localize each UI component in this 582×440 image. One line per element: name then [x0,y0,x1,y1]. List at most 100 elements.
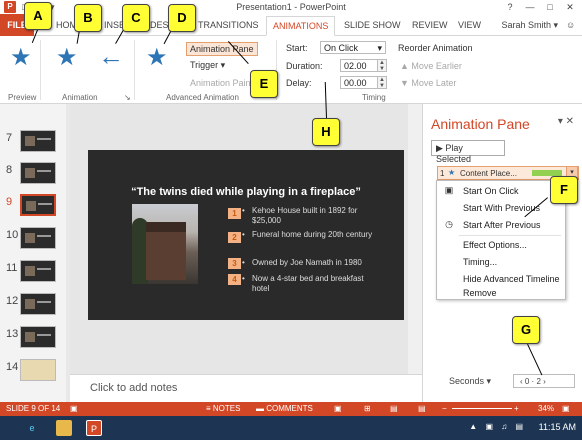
animation-order-badge[interactable]: 1 [228,208,241,219]
thumbnail-number: 12 [6,295,19,307]
reorder-animation-label: Reorder Animation [398,43,473,53]
user-avatar-icon[interactable]: ☺ [566,20,575,30]
slide-counter: SLIDE 9 OF 14 [6,404,61,413]
play-selected-button[interactable]: ▶ Play Selected [431,140,505,164]
slide-thumbnail-10[interactable] [20,227,56,249]
animation-order-badge[interactable]: 4 [228,274,241,285]
tab-review[interactable]: REVIEW [412,20,448,30]
tab-view[interactable]: VIEW [458,20,481,30]
callout-a: A [24,2,52,30]
user-account[interactable]: Sarah Smith ▾ [501,20,558,31]
animation-order-badge[interactable]: 3 [228,258,241,269]
zoom-slider[interactable] [452,408,512,409]
fit-slide-icon[interactable]: ▣ [562,404,570,413]
animation-pane-button[interactable]: Animation Pane [186,42,258,56]
add-animation-star-icon[interactable]: ★ [146,46,168,70]
move-earlier-button[interactable]: ▲ Move Earlier [400,61,462,71]
callout-e: E [250,70,278,98]
slide-thumbnail-8[interactable] [20,162,56,184]
animation-row-number: 1 [440,169,445,178]
normal-view-icon[interactable]: ▣ [334,404,342,413]
group-divider [134,40,135,100]
menu-effect-options[interactable]: Effect Options... [463,240,527,250]
menu-remove[interactable]: Remove [463,288,497,298]
thumbnail-number: 10 [6,229,19,241]
slide-bullet[interactable]: Kehoe House built in 1892 for $25,000 [242,206,382,226]
internet-explorer-icon[interactable]: e [24,420,40,436]
ribbon: ★ Preview ★ ← Animation ↘ ★ Animation Pa… [0,36,582,104]
slide-scrollbar[interactable] [408,104,422,374]
timeline-zoom-control[interactable]: ‹ 0 · 2 › [513,374,575,388]
tab-animations[interactable]: ANIMATIONS [266,16,336,36]
zoom-out-icon[interactable]: − [442,404,447,413]
system-tray[interactable]: ▲ ▣ ♫ ▤ [469,422,526,431]
trigger-button[interactable]: Trigger ▾ [190,60,225,71]
dialog-launcher-icon[interactable]: ↘ [124,93,131,102]
callout-g: G [512,316,540,344]
language-icon[interactable]: ▣ [70,404,78,413]
help-icon[interactable]: ? [500,1,520,13]
fly-in-arrow-icon[interactable]: ← [98,43,124,69]
thumbnail-number: 11 [6,262,18,274]
slide-thumbnail-11[interactable] [20,260,56,282]
animation-pane-title: Animation Pane [431,116,530,132]
slide-thumbnail-14[interactable] [20,359,56,381]
zoom-in-icon[interactable]: + [514,404,519,413]
menu-timing[interactable]: Timing... [463,257,497,267]
windows-taskbar: e P ▲ ▣ ♫ ▤ 11:15 AM [0,416,582,440]
current-slide[interactable]: “The twins died while playing in a firep… [88,150,404,320]
slide-bullet[interactable]: Owned by Joe Namath in 1980 [242,258,382,268]
animation-pane-label: Animation Pane [190,44,254,54]
group-label-timing: Timing [362,93,386,102]
menu-hide-advanced-timeline[interactable]: Hide Advanced Timeline [463,274,560,284]
maximize-icon[interactable]: □ [540,1,560,13]
tab-slide-show[interactable]: SLIDE SHOW [344,20,401,30]
duration-spinner[interactable]: ▲ ▼ [378,59,387,72]
notes-pane[interactable]: Click to add notes [70,374,422,402]
move-later-button[interactable]: ▼ Move Later [400,78,456,88]
slide-bullet[interactable]: Now a 4-star bed and breakfast hotel [242,274,382,294]
slide-sorter-icon[interactable]: ⊞ [364,404,371,413]
clock: 11:15 AM [538,422,576,432]
group-divider [40,40,41,100]
slide-editing-area: “The twins died while playing in a firep… [70,104,422,374]
reading-view-icon[interactable]: ▤ [390,404,398,413]
callout-c: C [122,4,150,32]
delay-input[interactable]: 00.00 [340,76,378,89]
zoom-level[interactable]: 34% [538,404,554,413]
delay-spinner[interactable]: ▲ ▼ [378,76,387,89]
powerpoint-taskbar-icon[interactable]: P [86,420,102,436]
minimize-icon[interactable]: — [520,1,540,13]
slide-thumbnail-7[interactable] [20,130,56,152]
notes-button[interactable]: ≡ NOTES [206,404,240,413]
slide-thumbnail-13[interactable] [20,326,56,348]
start-value: On Click [324,43,359,53]
menu-start-after-previous[interactable]: Start After Previous [463,220,541,230]
callout-d: D [168,4,196,32]
group-label-preview: Preview [8,93,37,102]
slideshow-icon[interactable]: ▤ [418,404,426,413]
house-photo[interactable] [132,204,198,284]
duration-input[interactable]: 02.00 [340,59,378,72]
menu-start-on-click[interactable]: Start On Click [463,186,519,196]
slide-thumbnail-12[interactable] [20,293,56,315]
slide-bullet[interactable]: Funeral home during 20th century [242,230,382,240]
comments-button[interactable]: ▬ COMMENTS [256,404,313,413]
animation-order-badge[interactable]: 2 [228,232,241,243]
close-icon[interactable]: ✕ [560,1,580,13]
tab-transitions[interactable]: TRANSITIONS [198,20,259,30]
timeline-zoom-value: ‹ 0 · 2 › [520,377,546,386]
seconds-dropdown[interactable]: Seconds ▾ [449,376,491,387]
animation-style-star-icon[interactable]: ★ [56,46,78,70]
thumbnail-number: 14 [6,361,19,373]
slide-title[interactable]: “The twins died while playing in a firep… [88,186,404,198]
callout-h: H [312,118,340,146]
start-dropdown[interactable]: On Click ▾ [320,41,386,54]
file-explorer-icon[interactable] [56,420,72,436]
preview-star-icon[interactable]: ★ [10,46,32,70]
duration-label: Duration: [286,61,323,71]
status-bar: SLIDE 9 OF 14 ▣ ≡ NOTES ▬ COMMENTS ▣ ⊞ ▤… [0,402,582,416]
slide-thumbnail-9[interactable] [20,194,56,216]
thumbnail-number: 7 [6,132,13,144]
pane-close-icon[interactable]: ▾ ✕ [558,116,574,127]
